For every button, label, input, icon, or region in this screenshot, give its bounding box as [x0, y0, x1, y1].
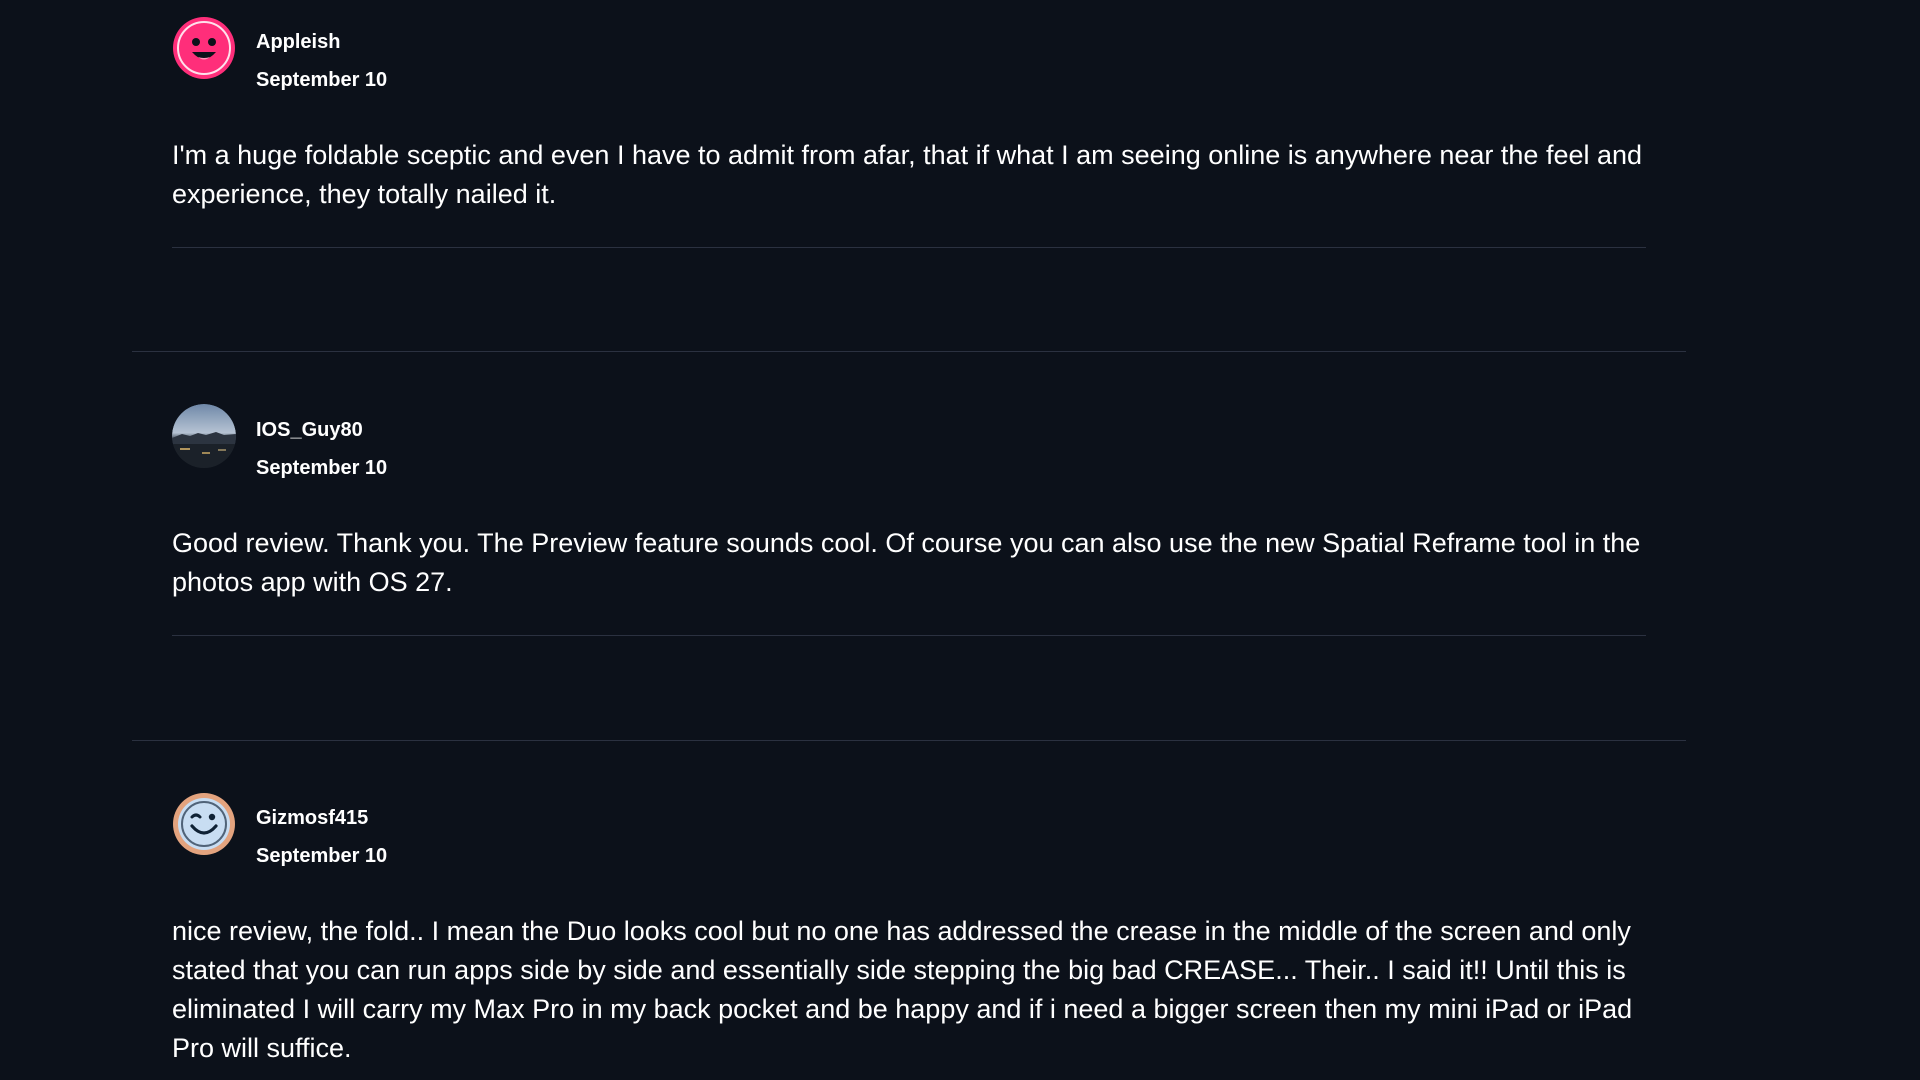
comment-divider — [172, 247, 1646, 248]
username[interactable]: Gizmosf415 — [256, 806, 387, 830]
username[interactable]: IOS_Guy80 — [256, 418, 387, 442]
avatar[interactable] — [172, 16, 236, 80]
comment-date: September 10 — [256, 457, 388, 479]
comment-divider — [172, 635, 1646, 636]
comment-item: Gizmosf415 September 10 nice review, the… — [172, 792, 1726, 1068]
comment-header: Appleish September 10 — [172, 16, 1726, 96]
landscape-photo-icon — [172, 404, 236, 468]
section-divider — [132, 351, 1686, 352]
username[interactable]: Appleish — [256, 30, 387, 54]
comment-date: September 10 — [256, 69, 388, 91]
comment-body: nice review, the fold.. I mean the Duo l… — [172, 916, 1633, 1063]
avatar[interactable] — [172, 792, 236, 856]
smiley-face-icon — [173, 17, 235, 79]
comment-body: I'm a huge foldable sceptic and even I h… — [172, 140, 1643, 209]
comment-header: IOS_Guy80 September 10 — [172, 404, 1726, 484]
comment-meta: Appleish September 10 — [256, 30, 387, 92]
comment-meta: Gizmosf415 September 10 — [256, 806, 387, 868]
comment-date: September 10 — [256, 845, 388, 867]
comment-body: Good review. Thank you. The Preview feat… — [172, 528, 1641, 597]
comment-item: Appleish September 10 I'm a huge foldabl… — [172, 16, 1726, 214]
section-divider — [132, 740, 1686, 741]
avatar[interactable] — [172, 404, 236, 468]
comment-item: IOS_Guy80 September 10 Good review. Than… — [172, 404, 1726, 602]
comment-meta: IOS_Guy80 September 10 — [256, 418, 387, 480]
winking-face-icon — [173, 793, 235, 855]
comment-header: Gizmosf415 September 10 — [172, 792, 1726, 872]
